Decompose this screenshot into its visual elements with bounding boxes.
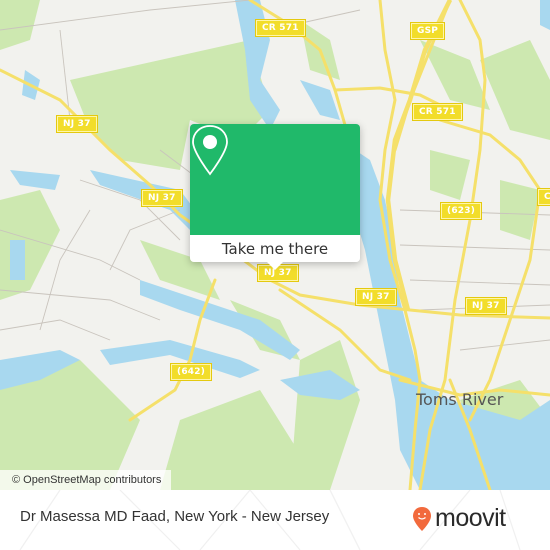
road-label-nj37: NJ 37 [56, 115, 98, 133]
location-popup: Take me there [190, 124, 360, 270]
road-label-nj37: NJ 37 [141, 189, 183, 207]
take-me-there-button[interactable]: Take me there [190, 235, 360, 262]
road-label-cr571: CR 571 [412, 103, 463, 121]
map-attribution[interactable]: © OpenStreetMap contributors [0, 470, 172, 490]
road-label-gsp: GSP [409, 22, 446, 40]
road-label-642: (642) [169, 363, 213, 381]
popup-pointer [267, 262, 283, 270]
popup-header [190, 124, 360, 235]
place-label-toms-river: Toms River [416, 390, 504, 409]
road-label-623: (623) [439, 202, 483, 220]
road-label-cr571: CR 571 [255, 19, 306, 37]
map-view[interactable]: CR 571 GSP CR 571 NJ 37 NJ 37 NJ 37 NJ 3… [0, 0, 550, 490]
road-label-nj37: NJ 37 [465, 297, 507, 315]
place-title: Dr Masessa MD Faad, New York - New Jerse… [20, 508, 330, 525]
road-label-nj37: NJ 37 [355, 288, 397, 306]
location-pin-icon [192, 125, 228, 176]
road-label-partial: C [537, 188, 550, 206]
moovit-pin-icon [413, 506, 431, 531]
moovit-logo[interactable]: moovit [412, 504, 506, 533]
brand-name: moovit [435, 504, 506, 532]
footer-bar: Dr Masessa MD Faad, New York - New Jerse… [0, 490, 550, 550]
